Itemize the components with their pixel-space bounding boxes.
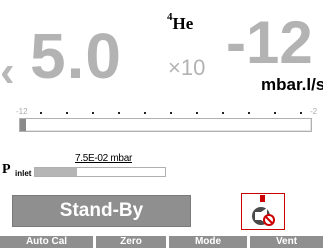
no-sound-icon (252, 195, 275, 226)
zero-label: Zero (120, 236, 142, 247)
scale-tick (222, 112, 224, 114)
scale-tick (144, 112, 146, 114)
audio-status-box (241, 193, 285, 230)
scale-tick (300, 112, 302, 114)
scale-min-label: -12 (16, 107, 28, 116)
scale-tick (66, 112, 68, 114)
scale-tick (40, 112, 42, 114)
auto-cal-label: Auto Cal (25, 236, 68, 247)
status-indicator: Stand-By (12, 195, 191, 227)
leak-rate-exponent: -12 (226, 9, 313, 76)
p-inlet-value: 7.5E-02 mbar (75, 153, 132, 164)
leak-rate-bargraph-fill (20, 119, 26, 131)
vent-label: Vent (275, 236, 298, 247)
p-inlet-label: P (2, 162, 11, 177)
scale-tick (92, 112, 94, 114)
scale-tick (118, 112, 120, 114)
auto-cal-button[interactable]: Auto Cal (0, 236, 93, 248)
scale-tick (170, 112, 172, 114)
gas-mass-number: 4 (167, 11, 173, 23)
scale-tick (274, 112, 276, 114)
leak-rate-bargraph (19, 118, 312, 132)
scale-max-label: -2 (310, 107, 318, 116)
scale-tick (248, 112, 250, 114)
p-inlet-bargraph-fill (35, 168, 77, 176)
gas-label: 4He (167, 12, 194, 33)
zero-button[interactable]: Zero (96, 236, 166, 248)
mode-label: Mode (194, 236, 222, 247)
p-inlet-sub-label: inlet (15, 169, 32, 178)
multiplier-label: ×10 (168, 55, 206, 80)
mode-button[interactable]: Mode (169, 236, 247, 248)
leak-rate-unit: mbar.l/s (261, 75, 323, 94)
vent-button[interactable]: Vent (250, 236, 323, 248)
leak-rate-mantissa: 5.0 (30, 20, 122, 92)
scroll-left-chevron-icon[interactable]: ‹ (0, 50, 15, 94)
status-text: Stand-By (59, 200, 144, 221)
scale-tick (196, 112, 198, 114)
gas-symbol: He (172, 14, 194, 33)
